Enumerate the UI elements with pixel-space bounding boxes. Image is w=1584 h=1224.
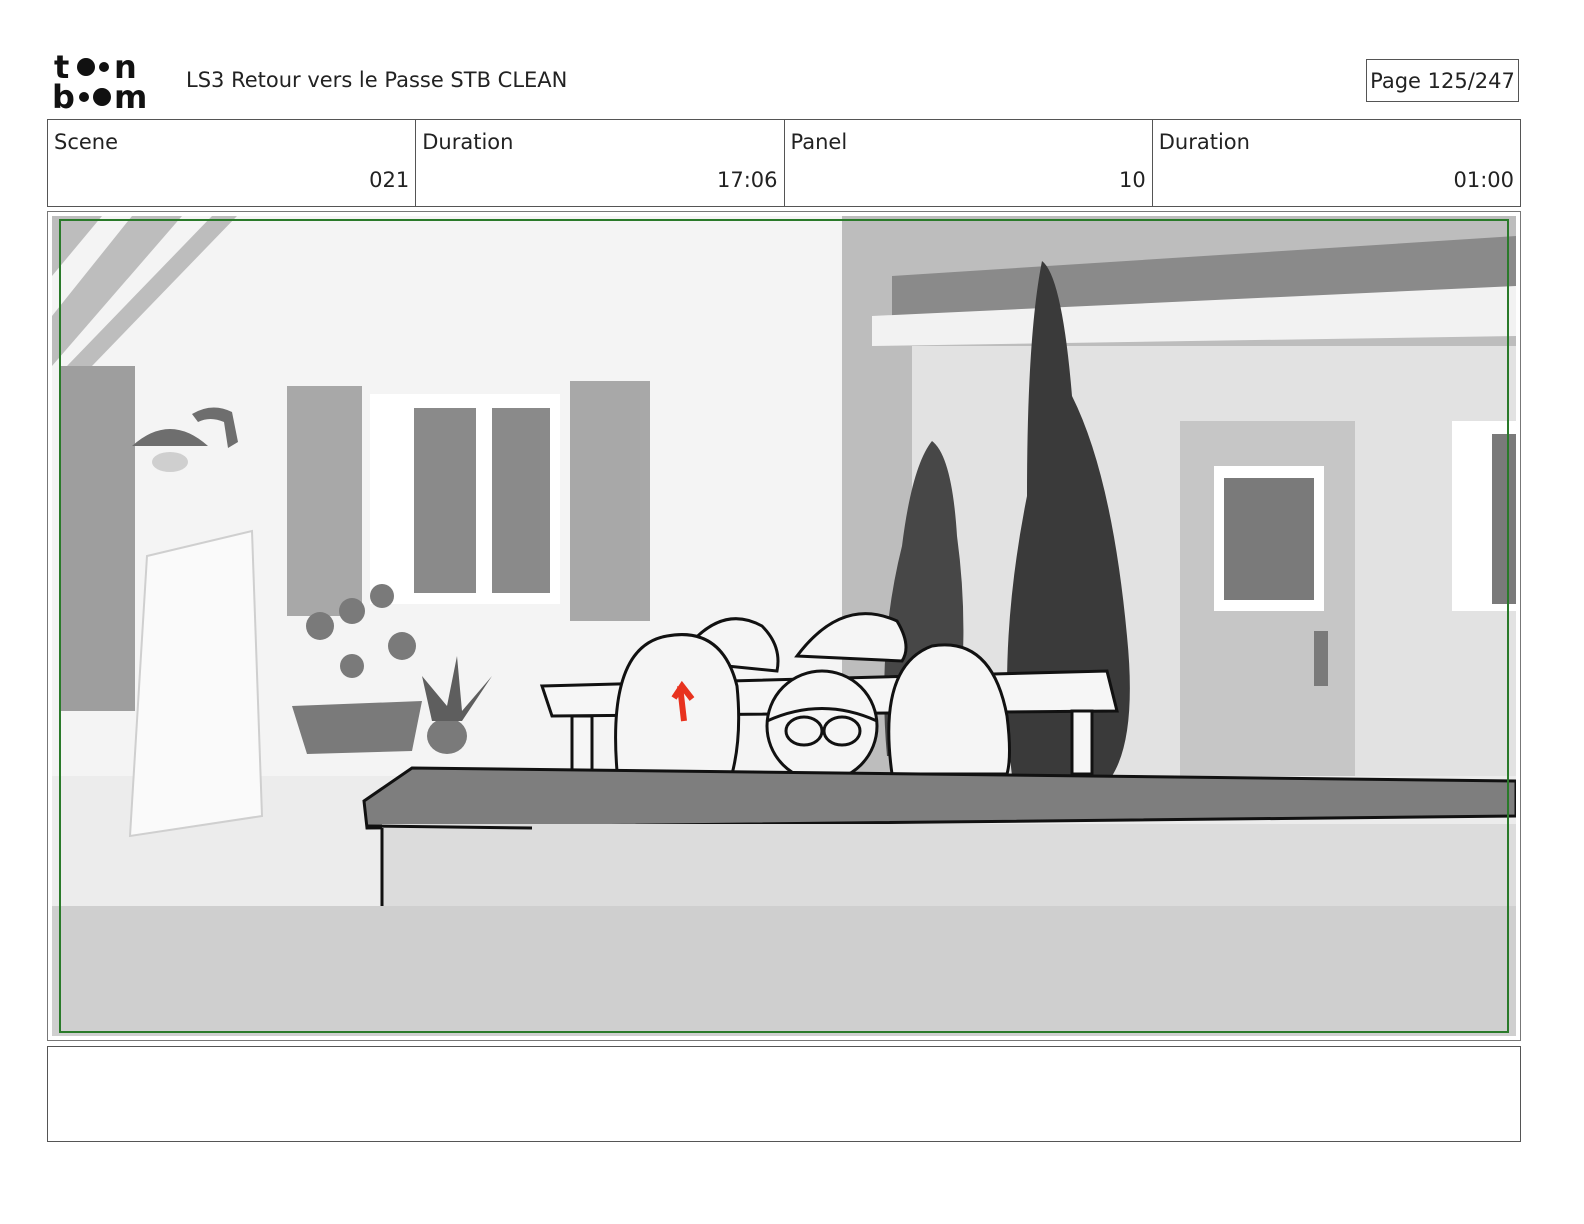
toon-boom-logo: t n b m — [52, 50, 147, 112]
leaning-board — [128, 529, 264, 838]
left-shutter — [60, 366, 135, 711]
scene-duration-cell: Duration 17:06 — [416, 120, 785, 206]
panel-notes-box — [47, 1046, 1521, 1142]
window-left-shutter — [287, 386, 362, 616]
scene-cell: Scene 021 — [48, 120, 417, 206]
scene-info-table: Scene 021 Duration 17:06 Panel 10 Durati… — [47, 119, 1521, 207]
scene-value: 021 — [369, 168, 410, 192]
document-title: LS3 Retour vers le Passe STB CLEAN — [186, 68, 568, 92]
scene-duration-label: Duration — [422, 130, 514, 154]
window-right-shutter — [570, 381, 650, 621]
storyboard-panel — [47, 211, 1521, 1041]
panel-duration-label: Duration — [1158, 130, 1250, 154]
svg-text:b: b — [52, 78, 75, 112]
svg-text:m: m — [114, 78, 147, 112]
grass — [52, 906, 1516, 1036]
panel-cell: Panel 10 — [785, 120, 1153, 206]
scene-duration-value: 17:06 — [716, 168, 778, 192]
panel-duration-value: 01:00 — [1453, 168, 1514, 192]
page-indicator: Page 125/247 — [1366, 59, 1519, 102]
panel-label: Panel — [790, 130, 848, 154]
panel-value: 10 — [1119, 168, 1146, 192]
panel-artwork — [52, 216, 1516, 1036]
panel-duration-cell: Duration 01:00 — [1153, 120, 1520, 206]
scene-label: Scene — [54, 130, 119, 154]
